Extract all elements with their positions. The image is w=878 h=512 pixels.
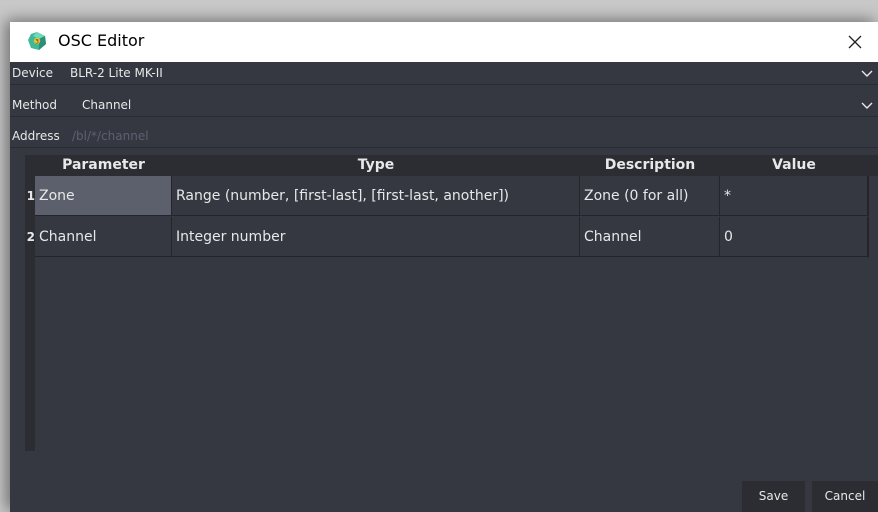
close-button[interactable] [832,22,878,62]
method-label: Method [12,98,58,112]
save-button[interactable]: Save [742,481,805,512]
cell-parameter[interactable]: Zone [35,176,172,216]
app-icon: 3 [28,32,46,50]
device-select[interactable]: BLR-2 Lite MK-II [70,65,163,81]
window-title: OSC Editor [58,31,145,50]
row-number-column: 1 2 [25,176,35,451]
title-bar: 3 OSC Editor [10,22,878,62]
address-input[interactable]: /bl/*/channel [72,128,149,144]
device-label: Device [12,66,54,80]
chevron-down-icon[interactable] [860,65,874,81]
cancel-button[interactable]: Cancel [812,481,878,512]
table-divider [868,176,869,258]
address-label: Address [12,129,60,143]
cell-type[interactable]: Range (number, [first-last], [first-last… [172,176,580,216]
device-row[interactable]: Device BLR-2 Lite MK-II [10,62,878,85]
cell-parameter[interactable]: Channel [35,217,172,257]
row-number[interactable]: 1 [25,176,35,216]
svg-text:3: 3 [35,39,39,46]
column-header-value[interactable]: Value [720,155,868,176]
address-row: Address /bl/*/channel [10,125,878,148]
cell-type[interactable]: Integer number [172,217,580,257]
dialog-footer: Save Cancel [10,451,878,512]
osc-editor-window: 3 OSC Editor Device BLR-2 Lite MK-II Met… [10,22,878,512]
column-header-description[interactable]: Description [580,155,720,176]
chevron-down-icon[interactable] [860,97,874,113]
cell-description[interactable]: Channel [580,217,720,257]
cell-description[interactable]: Zone (0 for all) [580,176,720,216]
cell-value[interactable]: * [720,176,868,216]
close-icon [848,35,862,49]
method-row[interactable]: Method Channel [10,94,878,117]
parameters-table: Parameter Type Description Value 1 2 Zon… [25,155,878,472]
column-header-parameter[interactable]: Parameter [35,155,172,176]
method-select[interactable]: Channel [82,97,131,113]
table-empty-area [35,258,878,451]
table-header: Parameter Type Description Value [25,155,878,176]
row-number[interactable]: 2 [25,217,35,257]
cell-value[interactable]: 0 [720,217,868,257]
column-header-type[interactable]: Type [172,155,580,176]
